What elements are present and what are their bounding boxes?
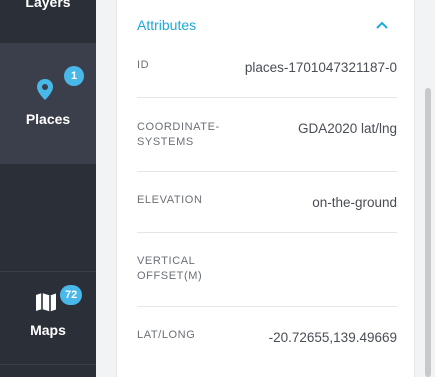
sidebar-item-label: Places (25, 111, 71, 127)
maps-count-badge: 72 (60, 285, 83, 305)
attributes-section-header[interactable]: Attributes (117, 0, 414, 50)
attribute-value: places-1701047321187-0 (244, 60, 397, 75)
row-divider (137, 306, 397, 307)
sidebar-item-places[interactable]: 1 Places (0, 43, 96, 163)
scrollbar-thumb[interactable] (425, 88, 431, 377)
map-icon (36, 293, 56, 312)
attribute-label: VERTICAL OFFSET(M) (137, 255, 203, 282)
row-divider (137, 171, 397, 172)
row-divider (137, 232, 397, 233)
attribute-row-vertical-offset: VERTICAL OFFSET(M) (137, 254, 397, 284)
attribute-label: ID (137, 59, 150, 71)
row-divider (137, 97, 397, 98)
sidebar-item-layers[interactable]: Layers (0, 0, 96, 43)
attributes-panel: Attributes ID places-1701047321187-0 COO… (116, 0, 415, 377)
attribute-row-elevation: ELEVATION on-the-ground (137, 193, 397, 213)
section-title: Attributes (137, 17, 197, 33)
sidebar-item-label: Layers (25, 0, 71, 10)
sidebar-item-label: Maps (30, 322, 66, 338)
sidebar-item-maps[interactable]: 72 Maps (0, 272, 96, 364)
sidebar: Layers 1 Places 72 Maps (0, 0, 96, 377)
chevron-up-icon[interactable] (376, 21, 388, 29)
attribute-label: ELEVATION (137, 194, 203, 206)
divider (0, 364, 96, 365)
attribute-label: COORDINATE-SYSTEMS (137, 121, 220, 148)
attribute-row-id: ID places-1701047321187-0 (137, 58, 397, 78)
attribute-row-lat-long: LAT/LONG -20.72655,139.49669 (137, 328, 397, 348)
attribute-value: GDA2020 lat/lng (297, 121, 397, 136)
divider (0, 163, 96, 164)
places-count-badge: 1 (64, 66, 84, 86)
map-pin-icon (37, 79, 53, 100)
attribute-label: LAT/LONG (137, 329, 196, 341)
attribute-value: -20.72655,139.49669 (268, 330, 397, 345)
attribute-row-coordinate-systems: COORDINATE-SYSTEMS GDA2020 lat/lng (137, 120, 397, 150)
attribute-value: on-the-ground (312, 195, 397, 210)
